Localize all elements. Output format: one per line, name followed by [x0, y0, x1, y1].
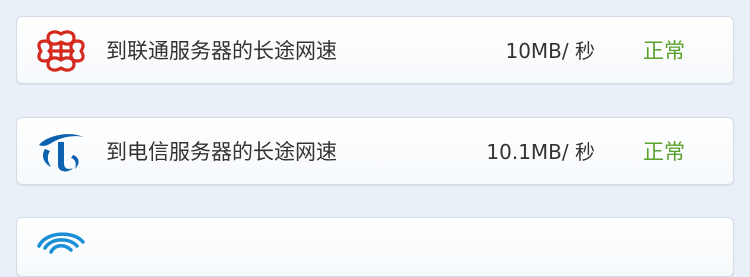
- speed-test-row-telecom: 到电信服务器的长途网速 10.1MB/ 秒 正常: [16, 117, 734, 185]
- speed-test-row-mobile: [16, 217, 734, 277]
- status-text: 正常: [643, 39, 685, 63]
- status-text: 正常: [643, 140, 685, 164]
- speed-value: 10.1MB/ 秒: [486, 140, 595, 164]
- row-label: 到联通服务器的长途网速: [106, 39, 337, 63]
- speed-value: 10MB/ 秒: [505, 39, 595, 63]
- speed-test-row-unicom: 到联通服务器的长途网速 10MB/ 秒 正常: [16, 16, 734, 84]
- row-label: 到电信服务器的长途网速: [106, 140, 337, 164]
- china-telecom-logo-icon: [39, 134, 83, 172]
- china-mobile-logo-icon: [37, 232, 85, 254]
- china-unicom-logo-icon: [37, 30, 85, 72]
